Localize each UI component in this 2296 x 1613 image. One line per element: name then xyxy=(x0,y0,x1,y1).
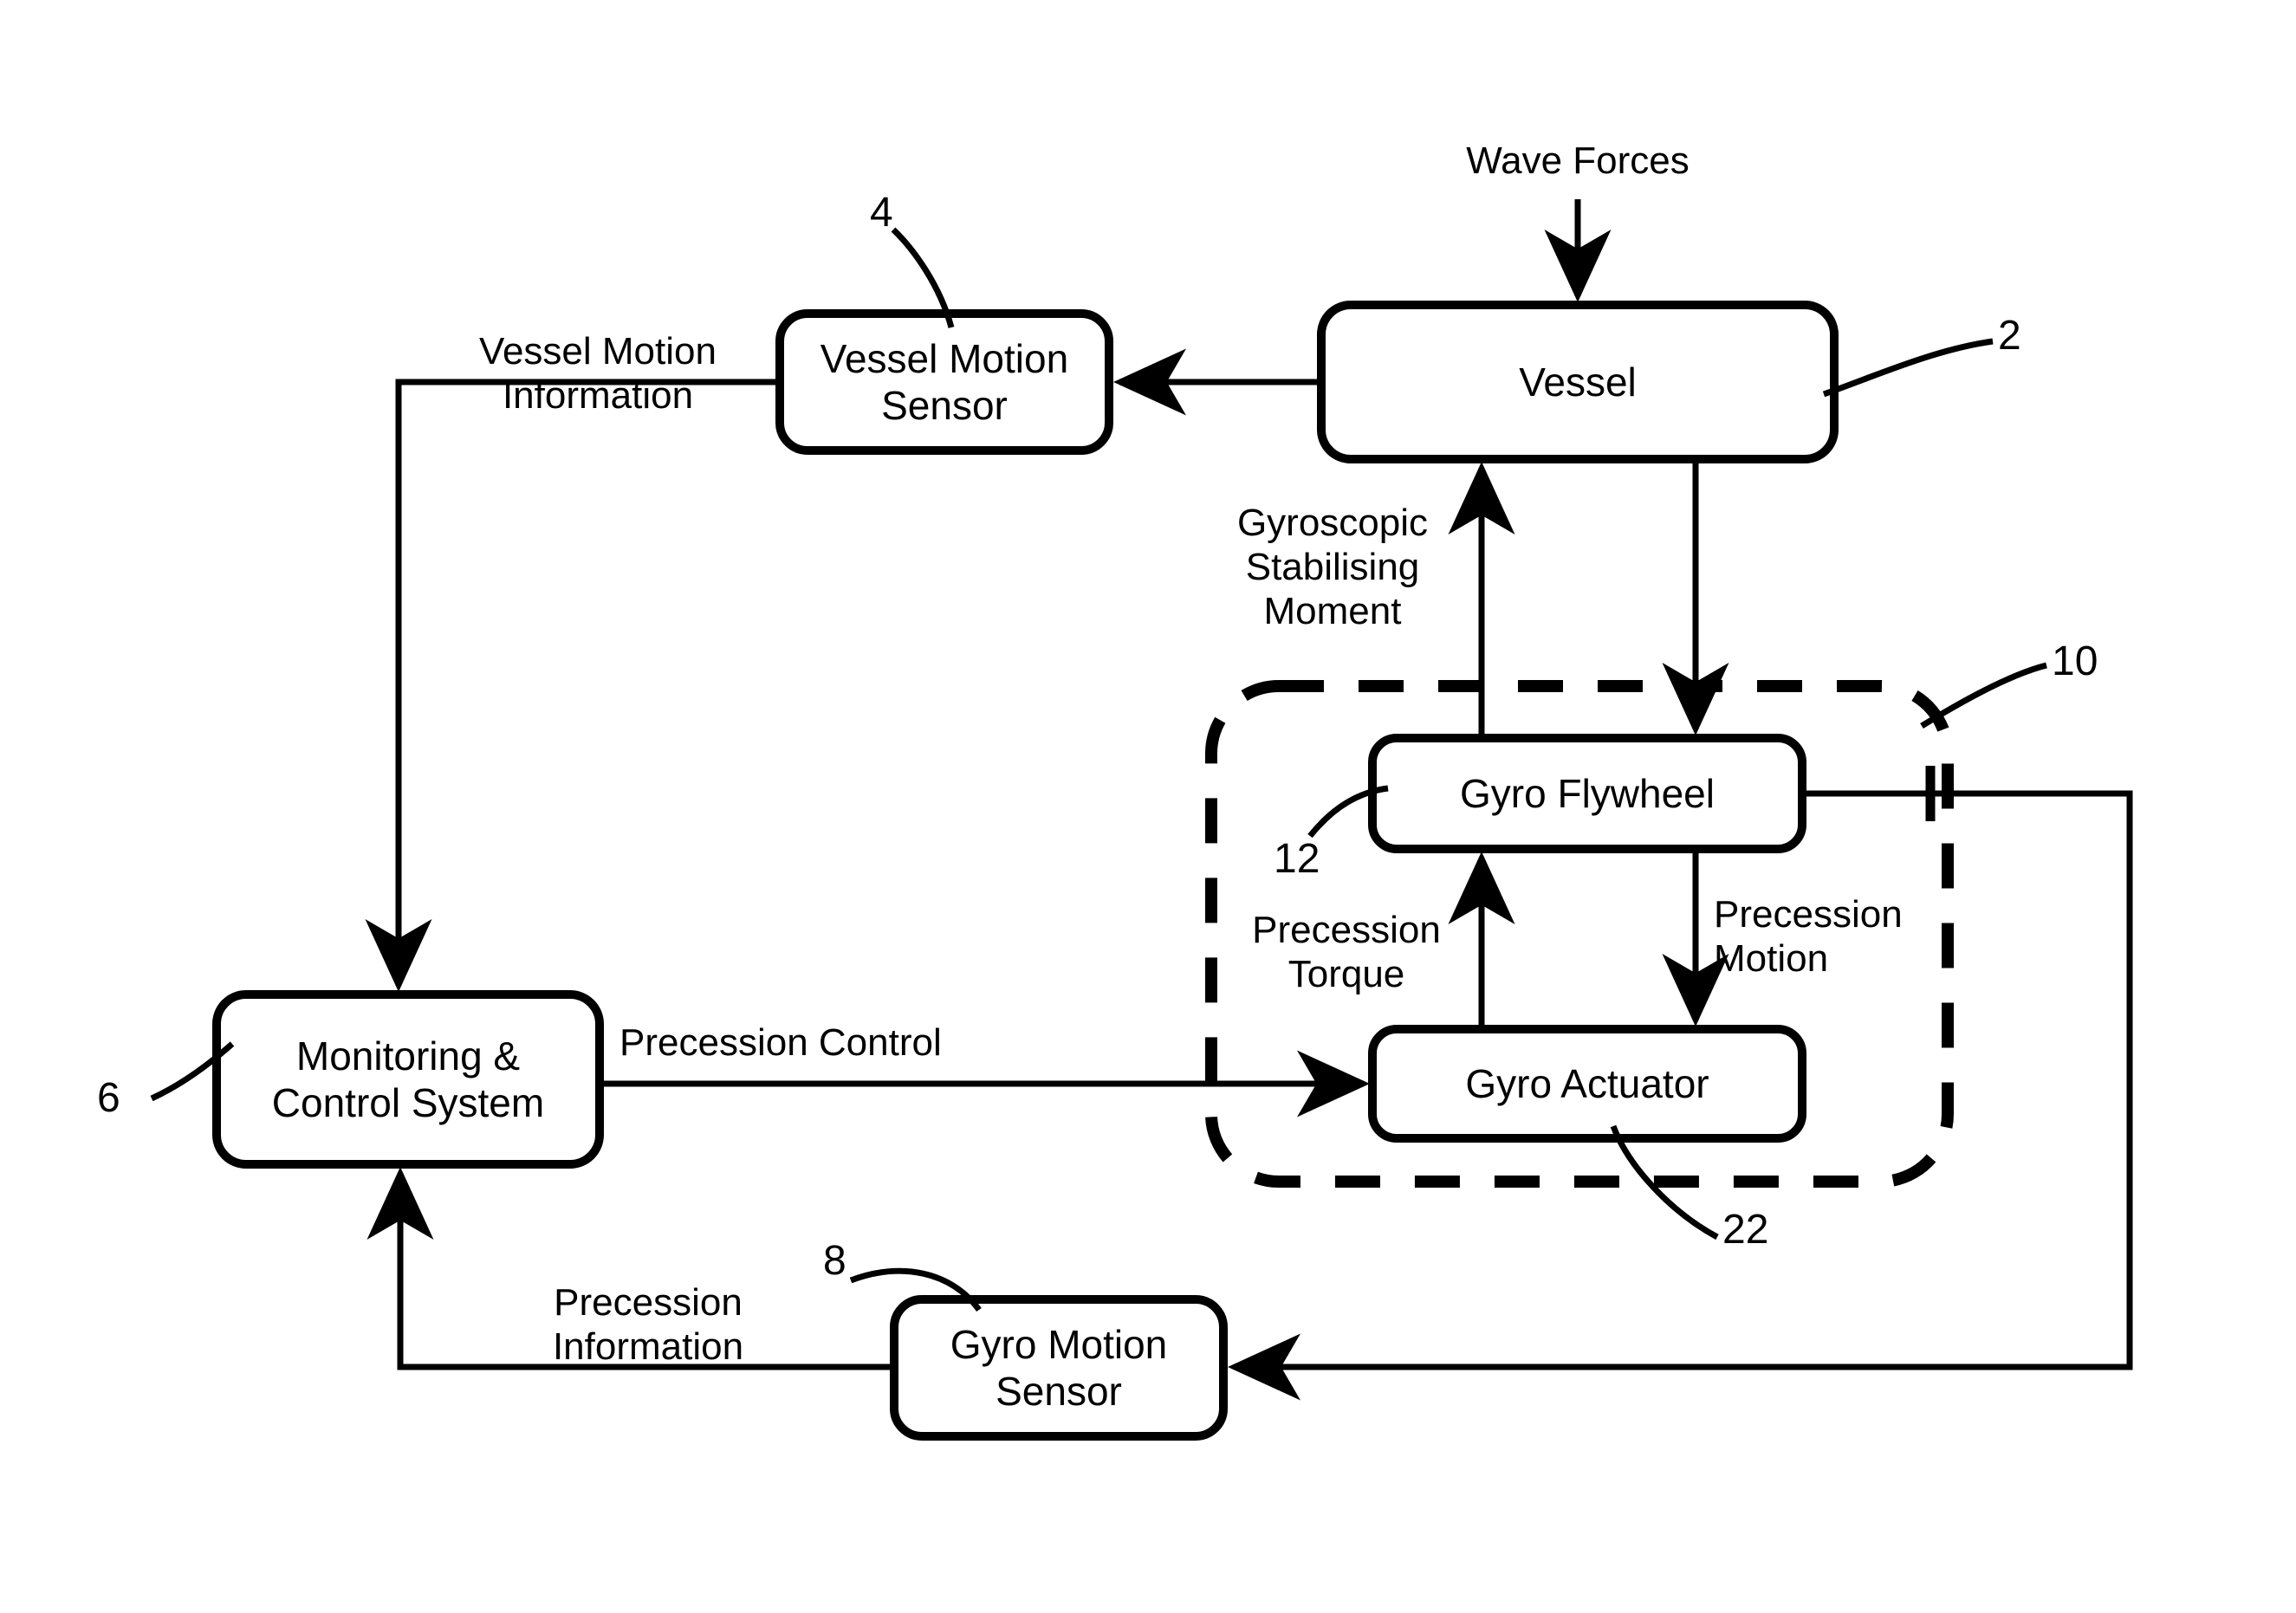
edge-label-precession-motion: Precession Motion xyxy=(1714,893,1903,981)
edge-label-precession-torque: Precession Torque xyxy=(1252,909,1441,996)
gyro-motion-sensor-box xyxy=(890,1295,1228,1441)
vessel-box xyxy=(1317,301,1839,463)
gyro-actuator-box xyxy=(1368,1025,1806,1143)
reference-numeral-2: 2 xyxy=(1998,313,2021,359)
gyro-flywheel-box xyxy=(1368,734,1806,853)
edge-label-wave-forces: Wave Forces xyxy=(1466,139,1690,182)
diagram-canvas: Vessel Vessel Motion Sensor Monitoring &… xyxy=(0,0,2296,1613)
leader-2 xyxy=(1822,338,1994,398)
edge-vms-to-mcs xyxy=(365,379,780,992)
edge-label-precession-control: Precession Control xyxy=(619,1021,942,1064)
edge-label-gyroscopic-stabilising-moment: Gyroscopic Stabilising Moment xyxy=(1236,502,1429,633)
edge-label-precession-information: Precession Information xyxy=(552,1281,744,1369)
reference-numeral-22: 22 xyxy=(1722,1207,1769,1253)
reference-numeral-6: 6 xyxy=(97,1075,120,1121)
leader-10 xyxy=(1920,662,2047,729)
edge-label-vessel-motion-information: Vessel Motion Information xyxy=(479,330,717,418)
reference-numeral-10: 10 xyxy=(2052,638,2098,684)
reference-numeral-8: 8 xyxy=(823,1238,846,1284)
vessel-motion-sensor-box xyxy=(775,309,1113,455)
reference-numeral-4: 4 xyxy=(870,190,893,236)
diagram-vector-layer xyxy=(150,199,2133,1441)
monitoring-control-box xyxy=(212,990,604,1169)
reference-numeral-12: 12 xyxy=(1274,836,1320,882)
